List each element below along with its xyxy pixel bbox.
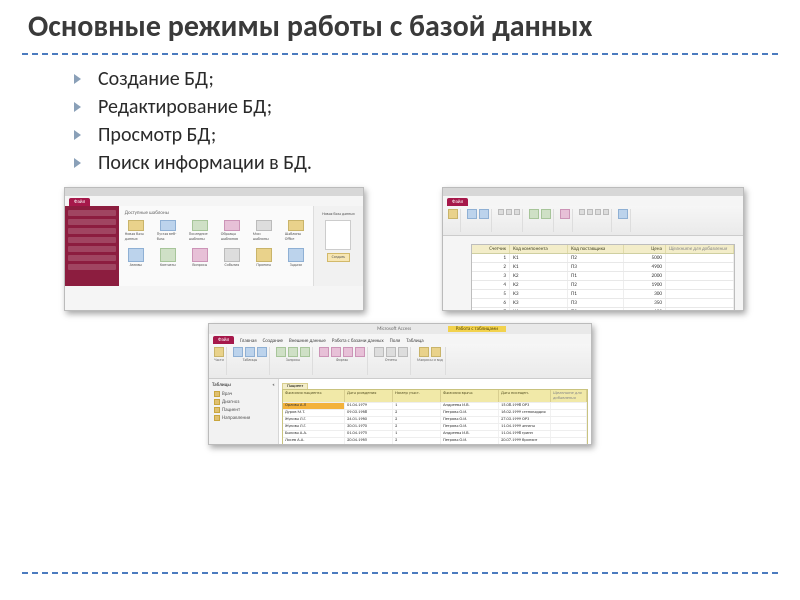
file-tab: Файл — [447, 198, 468, 206]
footer-underline — [22, 572, 778, 574]
datasheet: Фамилия пациента Дата рождения Номер уча… — [282, 389, 588, 444]
template-grid: Новая база данных Пустая веб-база Послед… — [125, 220, 307, 270]
table-row: Дуров М.Т.09.03.19682Петрова О.И.16.02.1… — [283, 409, 587, 416]
templates-heading: Доступные шаблоны — [125, 210, 307, 216]
navigation-pane: Таблицы« Врач Диагноз Пациент Направлени… — [209, 379, 279, 444]
datasheet: Счетчик Код компонента Код поставщика Це… — [471, 244, 735, 311]
ribbon-tabstrip: Файл — [443, 196, 743, 206]
bullet-item: Редактирование БД; — [86, 93, 800, 121]
contextual-tab: Работа с таблицами — [448, 326, 506, 332]
table-row: 7К4П3100 — [472, 308, 734, 311]
preview-pane: Новая база данных Создать — [313, 206, 363, 286]
title-underline — [22, 53, 778, 55]
create-button: Создать — [327, 253, 350, 262]
ribbon — [443, 206, 743, 236]
preview-icon — [325, 220, 351, 250]
screenshot-edit-db: Файл Счетчик Код компонента Код поставщи… — [442, 187, 744, 311]
window-titlebar — [443, 188, 743, 196]
datasheet-header: Счетчик Код компонента Код поставщика Це… — [472, 245, 734, 254]
table-row: 2К1П34900 — [472, 263, 734, 272]
table-row: Жукова Л.Г.24.01.19602Петрова О.И.27.03.… — [283, 416, 587, 423]
screenshot-create-db: Файл Доступные шаблоны Новая база данных… — [64, 187, 364, 311]
thumbnail-row-1: Файл Доступные шаблоны Новая база данных… — [64, 187, 800, 311]
table-row: 3К2П12000 — [472, 272, 734, 281]
file-tab: Файл — [69, 198, 90, 206]
thumbnail-row-2: Microsoft Access Работа с таблицами Файл… — [0, 323, 800, 445]
window-titlebar: Microsoft Access Работа с таблицами — [209, 324, 591, 334]
table-row: Орлова А.Л01.04.19791Андреева И.В.15.08.… — [283, 402, 587, 409]
slide-title: Основные режимы работы с базой данных — [0, 0, 800, 49]
document-tabs: Пациент — [282, 381, 588, 389]
bullet-item: Просмотр БД; — [86, 121, 800, 149]
bullet-item: Поиск информации в БД. — [86, 149, 800, 177]
nav-item: Диагноз — [212, 398, 275, 406]
table-row: 5К3П1300 — [472, 290, 734, 299]
nav-item: Врач — [212, 390, 275, 398]
nav-item: Пациент — [212, 406, 275, 414]
bullet-list: Создание БД; Редактирование БД; Просмотр… — [86, 65, 800, 177]
datasheet-header: Фамилия пациента Дата рождения Номер уча… — [283, 390, 587, 402]
nav-item: Направления — [212, 414, 275, 422]
window-titlebar — [65, 188, 363, 196]
ribbon-tabstrip: Файл Главная Создание Внешние данные Раб… — [209, 334, 591, 344]
screenshot-view-db: Microsoft Access Работа с таблицами Файл… — [208, 323, 592, 445]
table-row: Быкова А.А.01.04.19751Андреева И.В.11.04… — [283, 430, 587, 437]
table-row: Лосев А.А.20.04.19652Петрова О.И.20.07.1… — [283, 437, 587, 444]
slide: Основные режимы работы с базой данных Со… — [0, 0, 800, 600]
table-row: 6К3П3350 — [472, 299, 734, 308]
table-row: 1К1П25000 — [472, 254, 734, 263]
ribbon: Части Таблицы Запросы Формы Отчеты Макро… — [209, 344, 591, 379]
backstage-sidebar — [65, 206, 119, 286]
table-row: Жукова Л.Г.30.01.19702Петрова О.И.11.04.… — [283, 423, 587, 430]
table-row: 4К2П21900 — [472, 281, 734, 290]
bullet-item: Создание БД; — [86, 65, 800, 93]
file-tab: Файл — [213, 336, 234, 344]
ribbon-tabstrip: Файл — [65, 196, 363, 206]
